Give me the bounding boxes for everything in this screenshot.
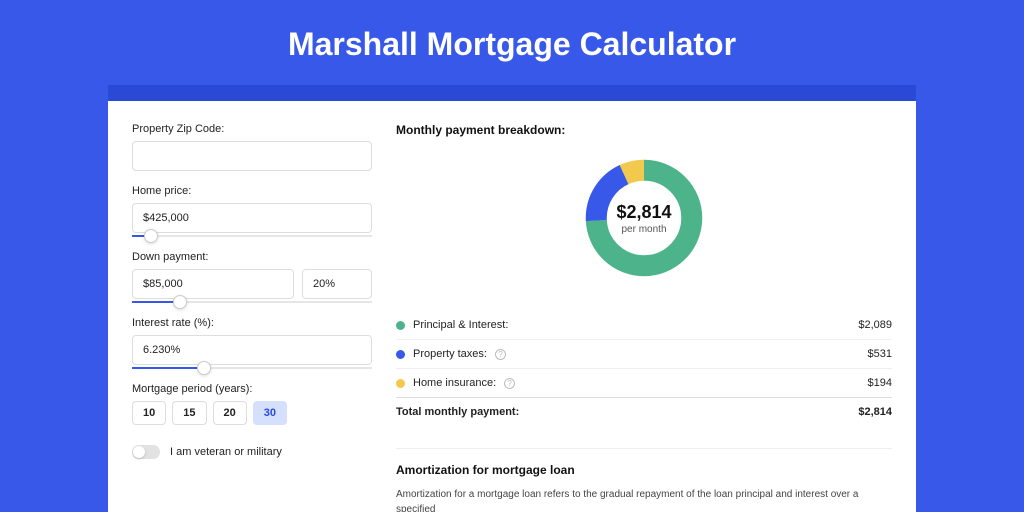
- calculator-card: Property Zip Code: Home price: Down paym…: [108, 101, 916, 512]
- legend-value: $2,089: [858, 319, 892, 331]
- donut-chart: $2,814 per month: [396, 147, 892, 299]
- amortization-title: Amortization for mortgage loan: [396, 463, 892, 477]
- content-band: Property Zip Code: Home price: Down paym…: [108, 85, 916, 512]
- period-label: Mortgage period (years):: [132, 383, 372, 395]
- price-field: Home price:: [132, 185, 372, 237]
- breakdown-panel: Monthly payment breakdown: $2,814 per mo…: [396, 123, 892, 512]
- page-title: Marshall Mortgage Calculator: [0, 0, 1024, 85]
- zip-label: Property Zip Code:: [132, 123, 372, 135]
- dp-percent-input[interactable]: [302, 269, 372, 299]
- period-button-30[interactable]: 30: [253, 401, 287, 425]
- period-button-20[interactable]: 20: [213, 401, 247, 425]
- slider-thumb[interactable]: [173, 295, 187, 309]
- downpayment-field: Down payment:: [132, 251, 372, 303]
- dp-amount-input[interactable]: [132, 269, 294, 299]
- form-panel: Property Zip Code: Home price: Down paym…: [132, 123, 372, 512]
- veteran-label: I am veteran or military: [170, 446, 282, 458]
- period-button-10[interactable]: 10: [132, 401, 166, 425]
- legend-dot: [396, 379, 405, 388]
- period-field: Mortgage period (years): 1015 2030: [132, 383, 372, 425]
- rate-input[interactable]: [132, 335, 372, 365]
- dp-slider[interactable]: [132, 301, 372, 303]
- amortization-text: Amortization for a mortgage loan refers …: [396, 487, 892, 512]
- period-button-15[interactable]: 15: [172, 401, 206, 425]
- legend-value: $194: [868, 377, 892, 389]
- legend-total-label: Total monthly payment:: [396, 406, 519, 418]
- legend-label: Property taxes:: [413, 348, 487, 360]
- donut-center-value: $2,814: [616, 202, 671, 223]
- rate-field: Interest rate (%):: [132, 317, 372, 369]
- rate-slider[interactable]: [132, 367, 372, 369]
- legend-value: $531: [868, 348, 892, 360]
- legend-label: Principal & Interest:: [413, 319, 508, 331]
- amortization-section: Amortization for mortgage loan Amortizat…: [396, 448, 892, 512]
- price-label: Home price:: [132, 185, 372, 197]
- price-slider[interactable]: [132, 235, 372, 237]
- info-icon[interactable]: ?: [495, 349, 506, 360]
- veteran-row: I am veteran or military: [132, 445, 372, 459]
- legend-label: Home insurance:: [413, 377, 496, 389]
- legend-row: Principal & Interest: $2,089: [396, 311, 892, 339]
- zip-input[interactable]: [132, 141, 372, 171]
- price-input[interactable]: [132, 203, 372, 233]
- slider-thumb[interactable]: [144, 229, 158, 243]
- donut-center-sub: per month: [621, 224, 666, 235]
- legend-total-value: $2,814: [858, 406, 892, 418]
- legend-row: Home insurance:? $194: [396, 368, 892, 397]
- dp-label: Down payment:: [132, 251, 372, 263]
- info-icon[interactable]: ?: [504, 378, 515, 389]
- legend: Principal & Interest: $2,089 Property taxe…: [396, 311, 892, 426]
- legend-total-row: Total monthly payment: $2,814: [396, 397, 892, 426]
- veteran-toggle[interactable]: [132, 445, 160, 459]
- legend-row: Property taxes:? $531: [396, 339, 892, 368]
- zip-field: Property Zip Code:: [132, 123, 372, 171]
- legend-dot: [396, 350, 405, 359]
- breakdown-title: Monthly payment breakdown:: [396, 123, 892, 137]
- slider-thumb[interactable]: [197, 361, 211, 375]
- legend-dot: [396, 321, 405, 330]
- rate-label: Interest rate (%):: [132, 317, 372, 329]
